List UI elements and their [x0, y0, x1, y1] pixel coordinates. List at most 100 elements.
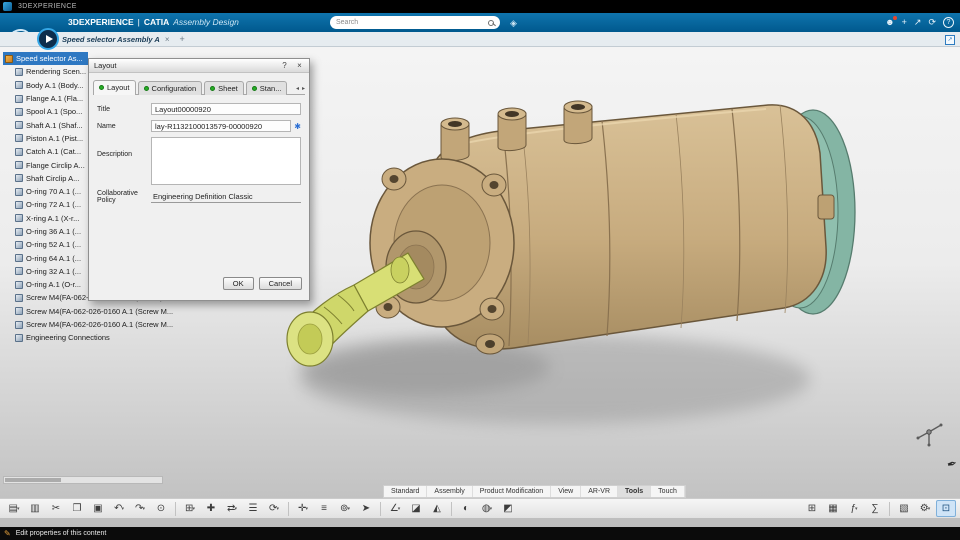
tree-item[interactable]: O-ring 64 A.1 (...: [3, 251, 81, 264]
toolbar-separator: [451, 501, 452, 516]
new-content-icon[interactable]: ✚: [201, 500, 221, 517]
help-button[interactable]: ?: [943, 17, 954, 28]
tree-item[interactable]: Flange Circlip A...: [3, 158, 85, 171]
visualization-icon[interactable]: ◍ ▾: [477, 500, 497, 517]
ribbon-tab-assembly[interactable]: Assembly: [427, 486, 473, 497]
tree-item[interactable]: O-ring 52 A.1 (...: [3, 238, 81, 251]
brand-name: 3DEXPERIENCE: [68, 17, 134, 27]
redo-icon[interactable]: ↷ ▾: [130, 500, 150, 517]
tree-item[interactable]: Piston A.1 (Pist...: [3, 132, 83, 145]
tree-item[interactable]: O-ring A.1 (O-r...: [3, 278, 81, 291]
dialog-tab-sheet[interactable]: Sheet: [204, 81, 244, 95]
dialog-help-icon[interactable]: ?: [280, 61, 289, 70]
ok-button[interactable]: OK: [222, 277, 254, 290]
align-icon[interactable]: ≡: [314, 500, 334, 517]
ground-robot-compass[interactable]: [912, 415, 946, 449]
tree-item-label: Catch A.1 (Cat...: [26, 147, 82, 157]
tree-item[interactable]: O-ring 32 A.1 (...: [3, 265, 81, 278]
section-icon[interactable]: ◪: [406, 500, 426, 517]
search-input[interactable]: Search: [330, 16, 500, 29]
tree-item[interactable]: Spool A.1 (Spo...: [3, 105, 82, 118]
tree-item-root-product[interactable]: Speed selector As...: [3, 52, 88, 66]
ribbon-tab-touch[interactable]: Touch: [651, 486, 685, 497]
dialog-tab-layout[interactable]: Layout: [93, 80, 136, 95]
tree-item[interactable]: O-ring 72 A.1 (...: [3, 198, 81, 211]
tree-item[interactable]: Catch A.1 (Cat...: [3, 145, 81, 158]
tree-item-label: Shaft A.1 (Shaf...: [26, 120, 83, 130]
tree-item[interactable]: Rendering Scen...: [3, 65, 86, 78]
dropdown-caret-icon: ▾: [489, 505, 493, 512]
insert-component-icon[interactable]: ⊞ ▾: [180, 500, 200, 517]
undo-icon[interactable]: ↶ ▾: [109, 500, 129, 517]
tree-horizontal-scrollbar[interactable]: [3, 476, 163, 484]
ribbon-tab-view[interactable]: View: [551, 486, 582, 497]
tree-item-label: O-ring 32 A.1 (...: [26, 266, 82, 276]
update-icon[interactable]: ⟳ ▾: [264, 500, 284, 517]
tree-item[interactable]: O-ring 36 A.1 (...: [3, 225, 81, 238]
clipboard-paste-icon[interactable]: ▤ ▾: [4, 500, 24, 517]
tree-item-engineering-connections[interactable]: Engineering Connections: [3, 331, 110, 344]
cut-icon[interactable]: ✂: [46, 500, 66, 517]
compass-play-button[interactable]: [37, 28, 59, 50]
new-tab-button[interactable]: +: [180, 34, 185, 44]
dialog-tab-standard[interactable]: Stan...: [245, 81, 288, 95]
tab-scroll-left-icon[interactable]: ◂: [296, 85, 299, 92]
tree-item[interactable]: Screw M4(FA-062-026-0160 A.1 (Screw M...: [3, 318, 173, 331]
tree-item[interactable]: Shaft Circlip A...: [3, 172, 79, 185]
options-icon[interactable]: ⚙ ▾: [915, 500, 935, 517]
description-field[interactable]: [151, 137, 301, 185]
ribbon-tab-standard[interactable]: Standard: [384, 486, 428, 497]
name-field[interactable]: [151, 120, 292, 132]
ribbon-tab-product-modification[interactable]: Product Modification: [473, 486, 552, 497]
part-icon: [15, 280, 23, 289]
spreadsheet-icon[interactable]: ▦: [823, 500, 843, 517]
history-button[interactable]: ⟳: [928, 16, 936, 29]
dialog-title-bar[interactable]: Layout ? ×: [89, 59, 309, 73]
share-button[interactable]: ↗: [914, 16, 922, 29]
measure-icon[interactable]: ∠ ▾: [385, 500, 405, 517]
tree-item-label: O-ring 64 A.1 (...: [26, 253, 82, 263]
engineering-connection-icon[interactable]: ⊚ ▾: [335, 500, 355, 517]
dropdown-caret-icon: ▾: [121, 505, 124, 512]
tree-item[interactable]: Body A.1 (Body...: [3, 79, 83, 92]
dialog-tab-configuration[interactable]: Configuration: [137, 81, 203, 95]
tab-scroll-right-icon[interactable]: ▸: [302, 85, 305, 92]
add-content-button[interactable]: +: [902, 16, 907, 29]
touch-mode-icon[interactable]: ⊡: [936, 500, 956, 517]
ribbon-tab-ar-vr[interactable]: AR-VR: [581, 486, 619, 497]
ribbon-tab-tools[interactable]: Tools: [618, 486, 652, 497]
render-style-icon[interactable]: ◩: [498, 500, 518, 517]
toolbar-separator: [288, 501, 289, 516]
status-message: Edit properties of this content: [15, 530, 107, 537]
tree-item[interactable]: Flange A.1 (Fla...: [3, 92, 83, 105]
manipulate-icon[interactable]: ➤: [356, 500, 376, 517]
rules-icon[interactable]: ∑: [865, 500, 885, 517]
product-structure-icon[interactable]: ☰: [243, 500, 263, 517]
copy-icon[interactable]: ❐: [67, 500, 87, 517]
os-title-bar: 3DEXPERIENCE: [0, 0, 960, 13]
dialog-close-icon[interactable]: ×: [295, 61, 304, 70]
scrollbar-thumb[interactable]: [5, 478, 61, 482]
tag-icon[interactable]: ◈: [510, 18, 517, 29]
design-table-icon[interactable]: ⊞: [802, 500, 822, 517]
paste-icon[interactable]: ▣: [88, 500, 108, 517]
avatar[interactable]: ☻: [885, 16, 897, 29]
hide-show-icon[interactable]: ◐: [456, 500, 476, 517]
title-field[interactable]: [151, 103, 301, 115]
tree-item[interactable]: X-ring A.1 (X-r...: [3, 212, 79, 225]
clash-icon[interactable]: ◭: [427, 500, 447, 517]
tree-item[interactable]: O-ring 70 A.1 (...: [3, 185, 81, 198]
expand-window-icon[interactable]: ↗: [945, 35, 955, 45]
replace-component-icon[interactable]: ⇄ ▾: [222, 500, 242, 517]
tree-item[interactable]: Screw M4(FA-062-026-0160 A.1 (Screw M...: [3, 305, 173, 318]
document-tab[interactable]: Speed selector Assembly A ×: [0, 32, 178, 46]
cancel-button[interactable]: Cancel: [258, 277, 302, 290]
move-icon[interactable]: ✛ ▾: [293, 500, 313, 517]
tree-item[interactable]: Shaft A.1 (Shaf...: [3, 118, 83, 131]
formula-icon[interactable]: ƒ ▾: [844, 500, 864, 517]
print-icon[interactable]: ▥: [25, 500, 45, 517]
close-tab-icon[interactable]: ×: [165, 35, 170, 44]
catalog-icon[interactable]: ▧: [894, 500, 914, 517]
search-icon[interactable]: ⊙: [151, 500, 171, 517]
search-icon[interactable]: [488, 19, 494, 26]
